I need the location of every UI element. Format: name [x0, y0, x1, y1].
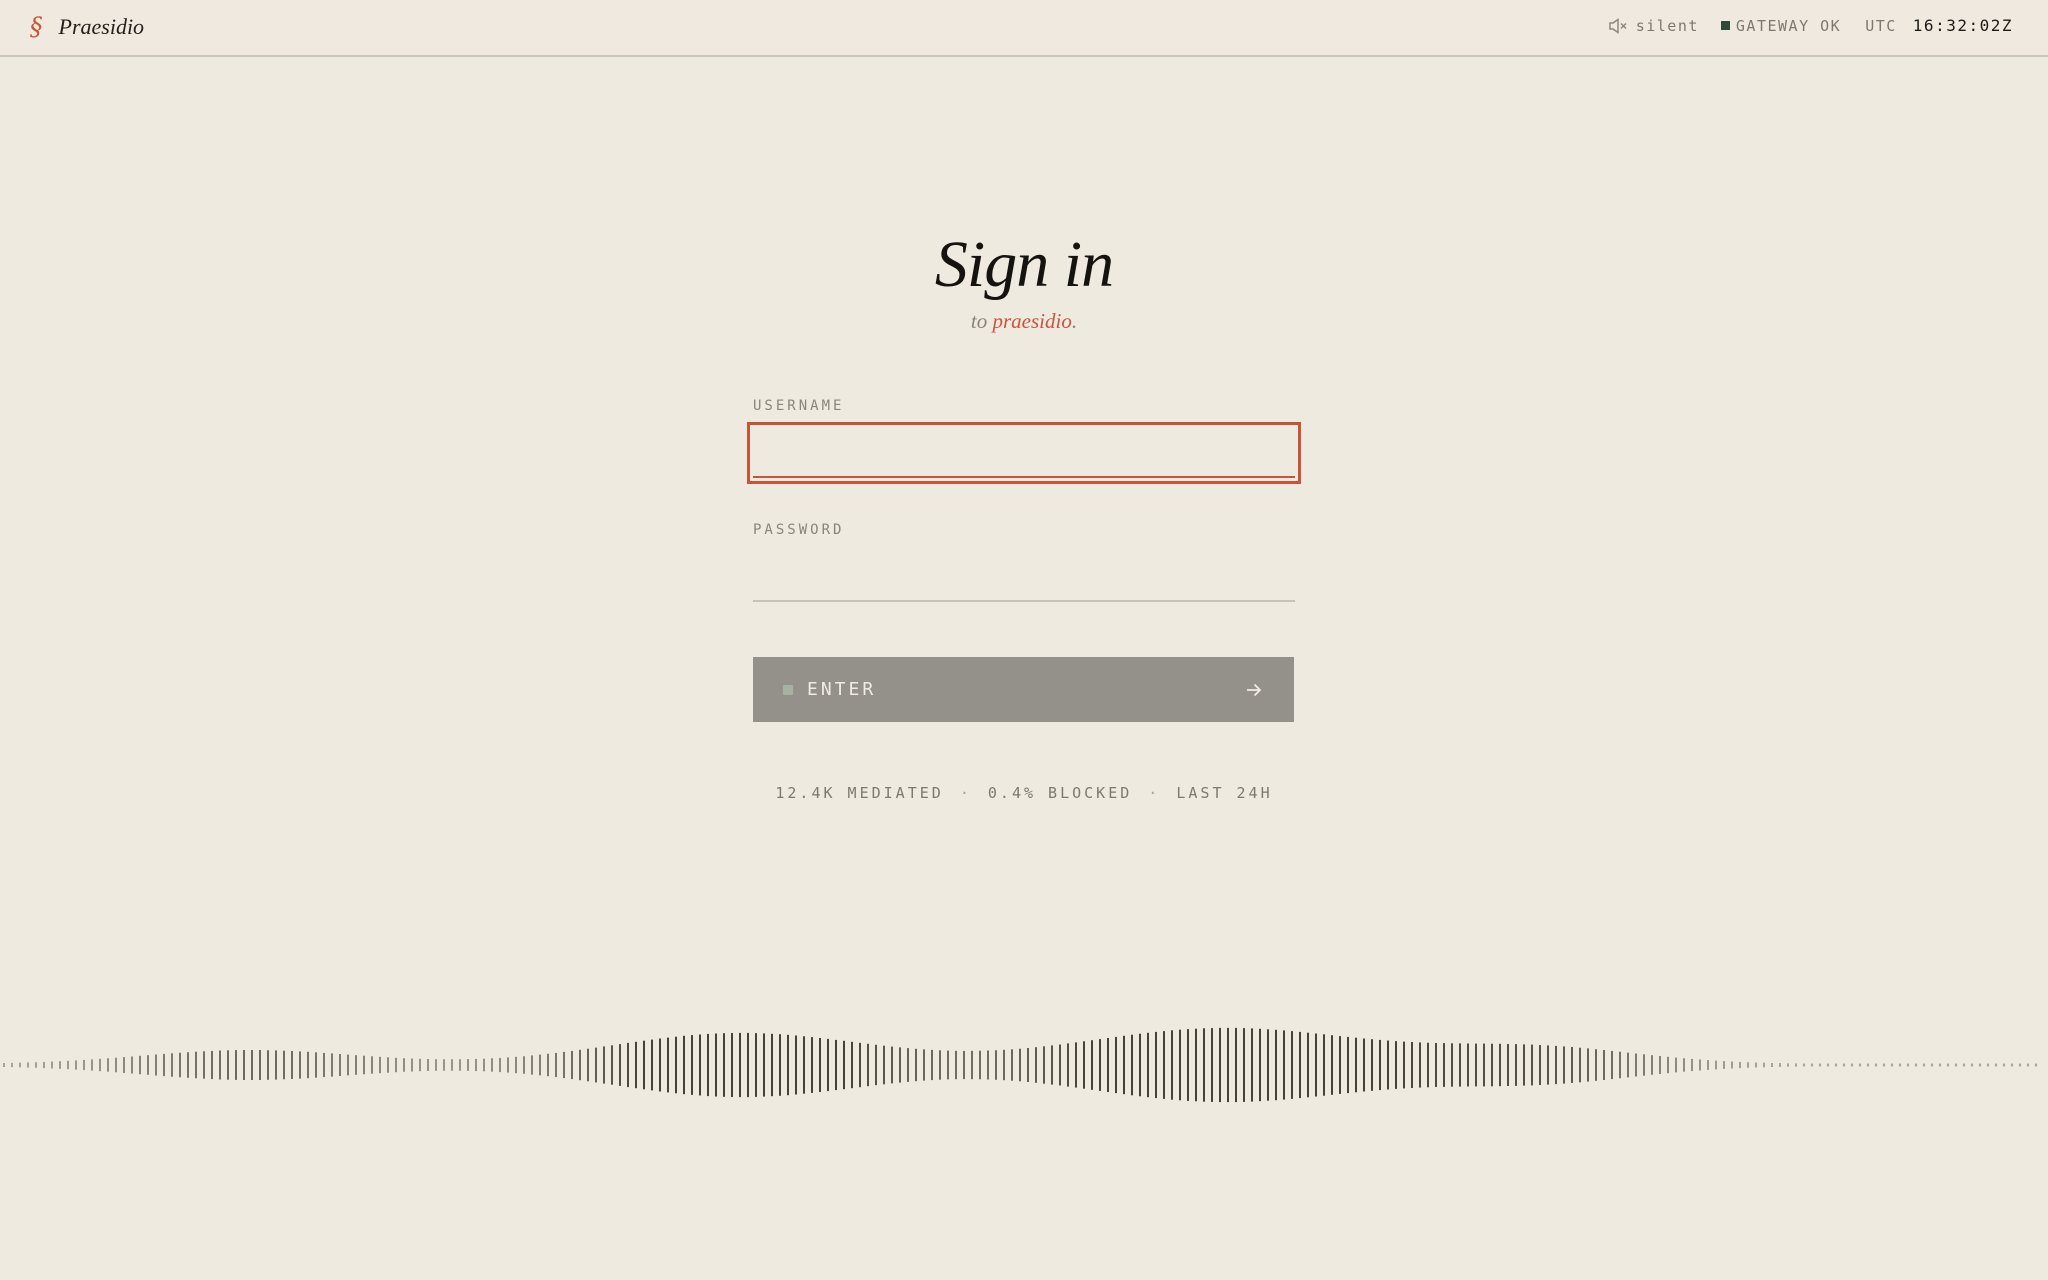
brand-name: Praesidio	[58, 14, 145, 39]
username-input[interactable]	[753, 428, 1295, 478]
password-field-wrapper	[753, 552, 1295, 602]
page-title: Sign in	[934, 228, 1114, 301]
speaker-muted-icon	[1609, 17, 1627, 34]
enter-button-label: ENTER	[807, 679, 877, 700]
gateway-status-icon	[1720, 21, 1730, 30]
status-square-icon	[783, 684, 793, 695]
section-sign-icon: §	[30, 12, 43, 41]
timezone-label: UTC	[1865, 16, 1897, 35]
activity-waveform	[3, 1027, 2037, 1103]
subtitle-suffix: .	[1071, 309, 1078, 333]
clock: 16:32:02Z	[1912, 16, 2013, 35]
gateway-status-text: GATEWAY OK	[1735, 16, 1842, 35]
page-subtitle: to praesidio.	[0, 306, 2048, 336]
brand[interactable]: § Praesidio	[30, 12, 144, 42]
sound-status-text: silent	[1635, 16, 1699, 35]
username-underline	[753, 476, 1295, 478]
stat-separator: ·	[1136, 784, 1173, 802]
enter-button[interactable]: ENTER	[753, 657, 1294, 722]
password-input[interactable]	[753, 552, 1295, 602]
traffic-stats: 12.4K MEDIATED · 0.4% BLOCKED · LAST 24H	[0, 782, 2048, 804]
stat-blocked: 0.4% BLOCKED	[987, 784, 1133, 802]
password-underline	[753, 600, 1295, 602]
username-label: USERNAME	[753, 398, 845, 414]
arrow-right-icon	[1247, 683, 1262, 696]
signin-form: USERNAME PASSWORD	[747, 396, 1301, 602]
sound-toggle[interactable]: silent	[1608, 17, 1699, 35]
subtitle-prefix: to	[970, 309, 993, 333]
subtitle-brand: praesidio	[992, 309, 1072, 333]
stat-window: LAST 24H	[1176, 784, 1273, 802]
status-bar: silent GATEWAY OK UTC 16:32:02Z	[1608, 16, 2013, 35]
stat-mediated: 12.4K MEDIATED	[775, 784, 944, 802]
stat-separator: ·	[947, 784, 984, 802]
username-field-wrapper	[747, 422, 1301, 484]
password-label: PASSWORD	[753, 522, 845, 538]
top-bar: § Praesidio silent GATEWAY OK UTC 16:32:…	[0, 0, 2048, 57]
